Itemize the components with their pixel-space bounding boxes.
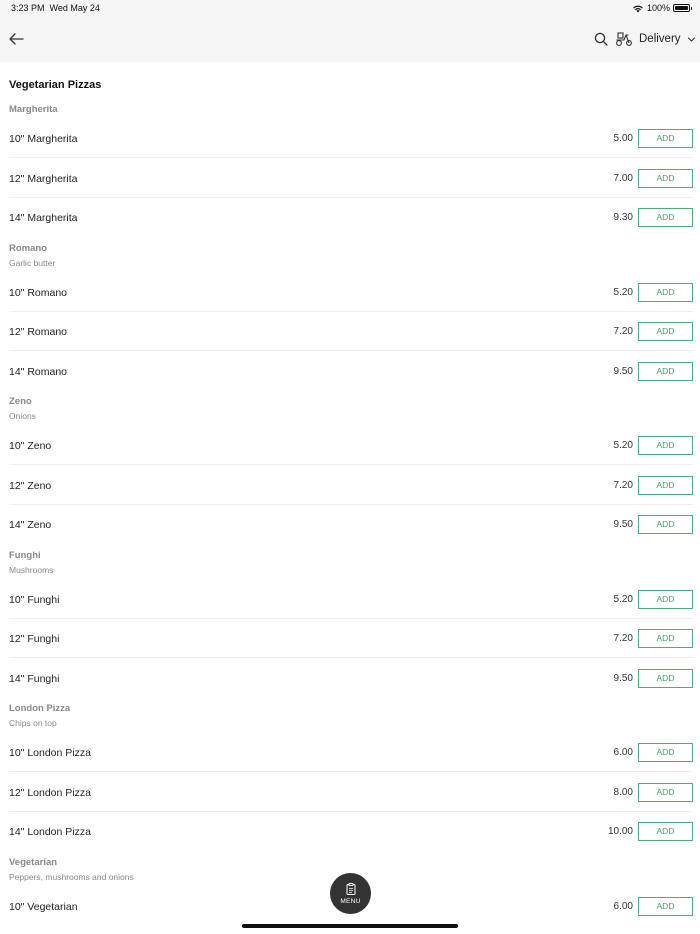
menu-item-row: 10" Margherita 5.00 ADD: [9, 119, 693, 158]
item-name: 12" Romano: [9, 326, 68, 338]
battery-icon: [673, 4, 692, 12]
item-name: 12" London Pizza: [9, 786, 91, 799]
delivery-label: Delivery: [639, 33, 681, 45]
status-bar: 3:23 PM Wed May 24 100%: [0, 0, 700, 17]
group-name: Romano: [9, 242, 47, 254]
add-to-cart-button[interactable]: ADD: [638, 436, 693, 455]
menu-button[interactable]: MENU: [330, 873, 371, 914]
menu-item-row: 10" Romano 5.20 ADD: [9, 273, 693, 312]
item-name: 10" Zeno: [9, 440, 52, 452]
add-to-cart-button[interactable]: ADD: [638, 668, 693, 688]
menu-item-row: 14" Margherita 9.30 ADD: [9, 198, 693, 237]
menu-item-row: 14" London Pizza 10.00 ADD: [9, 812, 693, 851]
top-nav-bar: Delivery: [0, 17, 700, 62]
item-price: 5.20: [613, 440, 633, 451]
item-name: 10" Vegetarian: [9, 900, 78, 913]
status-date: Wed May 24: [49, 3, 100, 13]
menu-button-label: MENU: [340, 897, 361, 905]
item-name: 14" Zeno: [9, 519, 52, 531]
status-indicators: 100%: [632, 3, 692, 13]
item-price: 6.00: [613, 900, 633, 912]
menu-item-row: 10" Funghi 5.20 ADD: [9, 580, 693, 619]
battery-percent: 100%: [646, 3, 670, 13]
add-to-cart-button[interactable]: ADD: [638, 282, 693, 302]
menu-item-row: 12" Zeno 7.20 ADD: [9, 466, 693, 505]
clipboard-icon: [346, 882, 355, 895]
item-price: 6.00: [613, 747, 633, 758]
menu-item-row: 14" Romano 9.50 ADD: [9, 352, 693, 391]
menu-item-row: 14" Funghi 9.50 ADD: [9, 659, 693, 698]
category-title: Vegetarian Pizzas: [9, 79, 102, 91]
add-to-cart-button[interactable]: ADD: [638, 589, 693, 609]
group-name: Margherita: [9, 104, 58, 115]
add-to-cart-button[interactable]: ADD: [638, 129, 693, 148]
item-name: 10" Romano: [9, 286, 68, 299]
search-icon[interactable]: [593, 31, 609, 47]
group-name: London Pizza: [9, 703, 71, 714]
add-to-cart-button[interactable]: ADD: [638, 822, 693, 841]
menu-item-row: 14" Zeno 9.50 ADD: [9, 505, 693, 544]
add-to-cart-button[interactable]: ADD: [638, 743, 693, 762]
menu-item-row: 10" London Pizza 6.00 ADD: [9, 733, 693, 772]
home-indicator: [242, 924, 458, 928]
item-name: 14" Margherita: [9, 212, 78, 224]
wifi-icon: [633, 5, 643, 12]
item-price: 7.20: [613, 479, 633, 491]
group-name: Funghi: [9, 549, 41, 561]
item-price: 5.00: [613, 133, 633, 144]
item-price: 5.20: [613, 593, 633, 605]
item-name: 10" Margherita: [9, 133, 78, 145]
status-time: 3:23 PM Wed May 24: [11, 3, 100, 13]
item-price: 7.20: [613, 633, 633, 644]
item-price: 9.50: [613, 519, 633, 530]
item-price: 10.00: [607, 826, 633, 837]
add-to-cart-button[interactable]: ADD: [638, 475, 693, 495]
item-price: 8.00: [613, 786, 633, 798]
group-name: Zeno: [9, 396, 32, 407]
add-to-cart-button[interactable]: ADD: [638, 896, 693, 916]
group-description: Peppers, mushrooms and onions: [9, 871, 134, 882]
item-price: 9.30: [613, 212, 633, 223]
menu-item-row: 10" Zeno 5.20 ADD: [9, 426, 693, 465]
item-name: 10" Funghi: [9, 593, 60, 606]
item-price: 9.50: [613, 365, 633, 377]
menu-item-row: 12" Funghi 7.20 ADD: [9, 619, 693, 658]
chevron-down-icon: [687, 36, 695, 42]
add-to-cart-button[interactable]: ADD: [638, 629, 693, 648]
item-price: 5.20: [613, 286, 633, 298]
add-to-cart-button[interactable]: ADD: [638, 168, 693, 188]
group-description: Mushrooms: [9, 564, 54, 575]
menu-item-row: 12" London Pizza 8.00 ADD: [9, 773, 693, 812]
item-name: 12" Margherita: [9, 172, 78, 185]
item-name: 12" Funghi: [9, 633, 60, 645]
add-to-cart-button[interactable]: ADD: [638, 322, 693, 341]
item-name: 10" London Pizza: [9, 747, 91, 759]
menu-item-row: 12" Margherita 7.00 ADD: [9, 159, 693, 198]
group-description: Chips on top: [9, 718, 57, 728]
arrow-left-icon[interactable]: [6, 29, 26, 49]
item-price: 9.50: [613, 672, 633, 684]
menu-item-row: 12" Romano 7.20 ADD: [9, 312, 693, 351]
item-price: 7.20: [613, 326, 633, 337]
item-name: 12" Zeno: [9, 479, 52, 492]
group-name: Vegetarian: [9, 856, 58, 868]
item-name: 14" Romano: [9, 365, 68, 378]
add-to-cart-button[interactable]: ADD: [638, 515, 693, 534]
item-name: 14" Funghi: [9, 672, 60, 685]
item-name: 14" London Pizza: [9, 826, 91, 838]
scooter-icon: [616, 32, 632, 46]
add-to-cart-button[interactable]: ADD: [638, 361, 693, 381]
group-description: Onions: [9, 411, 36, 421]
delivery-mode-selector[interactable]: Delivery: [615, 29, 696, 49]
add-to-cart-button[interactable]: ADD: [638, 208, 693, 227]
add-to-cart-button[interactable]: ADD: [638, 782, 693, 802]
group-description: Garlic butter: [9, 257, 56, 268]
item-price: 7.00: [613, 172, 633, 184]
